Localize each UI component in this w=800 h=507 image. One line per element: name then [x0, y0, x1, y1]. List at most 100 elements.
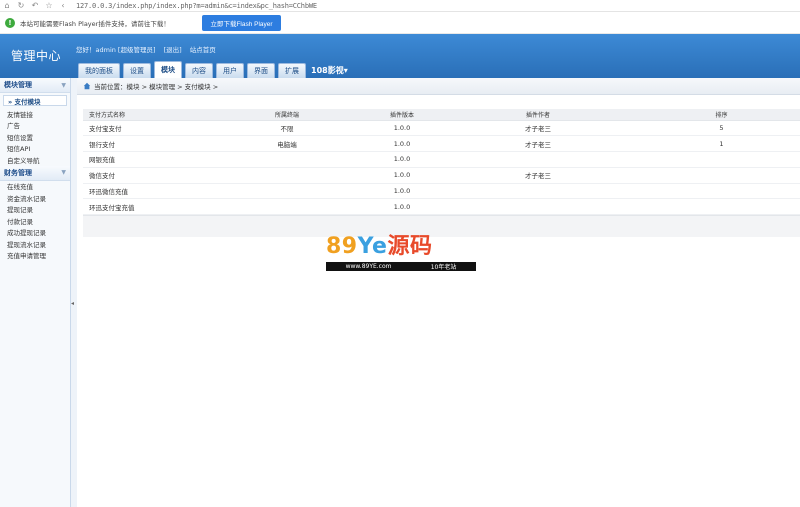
- logout-link[interactable]: [退出]: [164, 46, 182, 54]
- cell-order: [643, 198, 800, 216]
- sidebar-item-custom-nav[interactable]: 自定义导航: [0, 154, 70, 166]
- sidebar-item-sms-settings[interactable]: 短信设置: [0, 131, 70, 143]
- cell-name: 支付宝支付: [83, 120, 203, 137]
- chevron-down-icon: ▼: [61, 81, 66, 89]
- tab-content[interactable]: 内容: [185, 63, 213, 78]
- collapse-left-icon: ◂: [71, 300, 75, 307]
- cell-author: 才子老三: [433, 135, 643, 153]
- download-flash-button[interactable]: 立即下载Flash Player: [202, 15, 281, 31]
- home-icon[interactable]: ⌂: [0, 0, 14, 12]
- cell-terminal: [203, 151, 371, 168]
- cell-name: 银行支付: [83, 135, 203, 153]
- cell-version: 1.0.0: [371, 120, 433, 137]
- tab-settings[interactable]: 设置: [123, 63, 151, 78]
- sidebar-item-recharge[interactable]: 在线充值: [0, 181, 70, 193]
- main-content: 当前位置：模块 > 模块管理 > 支付模块 > 支付方式名称 所属终端 插件版本…: [77, 78, 800, 507]
- table-row[interactable]: 银行支付 电脑端 1.0.0 才子老三 1: [83, 135, 800, 153]
- cell-author: 才子老三: [433, 120, 643, 137]
- user-line: 您好！admin [超级管理员] [退出] 站点首页: [76, 44, 222, 54]
- site-select[interactable]: 108影视▾: [311, 63, 348, 78]
- cell-version: 1.0.0: [371, 167, 433, 184]
- table-row[interactable]: 微信支付 1.0.0 才子老三: [83, 167, 800, 184]
- browser-toolbar: ⌂ ↻ ↶ ☆ ‹ 127.0.0.3/index.php/index.php?…: [0, 0, 800, 12]
- back-icon[interactable]: ‹: [56, 0, 70, 12]
- tab-users[interactable]: 用户: [216, 63, 244, 78]
- sidebar-group-label: 财务管理: [4, 168, 32, 177]
- watermark-logo: 89Ye源码 www.89YE.com 10年老站: [326, 236, 476, 272]
- table-row[interactable]: 支付宝支付 不限 1.0.0 才子老三 5: [83, 120, 800, 137]
- col-terminal-header: 所属终端: [203, 109, 371, 121]
- cell-version: 1.0.0: [371, 151, 433, 168]
- cell-terminal: [203, 167, 371, 184]
- cell-version: 1.0.0: [371, 198, 433, 216]
- col-author-header: 插件作者: [433, 109, 643, 121]
- payment-table: 支付方式名称 所属终端 插件版本 插件作者 排序 支付宝支付 不限 1.0.0 …: [83, 109, 800, 238]
- col-version-header: 插件版本: [371, 109, 433, 121]
- sidebar-item-success-withdraw[interactable]: 成功提现记录: [0, 227, 70, 239]
- undo-icon[interactable]: ↶: [28, 0, 42, 12]
- star-icon[interactable]: ☆: [42, 0, 56, 12]
- sidebar-item-withdraw-flow[interactable]: 提现流水记录: [0, 238, 70, 250]
- sidebar-item-fund-flow[interactable]: 资金流水记录: [0, 192, 70, 204]
- table-row[interactable]: 网银充值 1.0.0: [83, 151, 800, 168]
- cell-version: 1.0.0: [371, 135, 433, 153]
- sidebar-group-label: 模块管理: [4, 81, 32, 89]
- refresh-icon[interactable]: ↻: [14, 0, 28, 12]
- cell-terminal: 不限: [203, 120, 371, 137]
- notice-text: 本站可能需要Flash Player插件支持，请前往下载！: [20, 19, 170, 28]
- sidebar-item-recharge-requests[interactable]: 充值申请管理: [0, 250, 70, 262]
- cell-order: [643, 167, 800, 184]
- tab-extensions[interactable]: 扩展: [278, 63, 306, 78]
- logo: 管理中心: [11, 49, 62, 63]
- tab-dashboard[interactable]: 我的面板: [78, 63, 120, 78]
- tab-interface[interactable]: 界面: [247, 63, 275, 78]
- sidebar-item-payment-records[interactable]: 付款记录: [0, 215, 70, 227]
- watermark-slogan: 10年老站: [430, 264, 457, 271]
- greeting: 您好！admin [超级管理员]: [76, 46, 156, 54]
- watermark-url: www.89YE.com: [345, 263, 392, 270]
- cell-name: 网银充值: [83, 151, 203, 168]
- cell-order: 5: [643, 120, 800, 137]
- cell-name: 环迅微信充值: [83, 183, 203, 200]
- sidebar-item-withdraw[interactable]: 提现记录: [0, 204, 70, 216]
- cell-terminal: [203, 183, 371, 200]
- breadcrumb-text: 当前位置：模块 > 模块管理 > 支付模块 >: [94, 83, 219, 91]
- watermark-part1: 89: [326, 234, 358, 259]
- tab-modules[interactable]: 模块: [154, 61, 182, 78]
- address-bar[interactable]: 127.0.0.3/index.php/index.php?m=admin&c=…: [76, 2, 317, 10]
- cell-order: 1: [643, 135, 800, 153]
- table-row[interactable]: 环迅支付宝充值 1.0.0: [83, 198, 800, 216]
- sidebar-group-finance[interactable]: 财务管理 ▼: [0, 165, 70, 181]
- cell-order: [643, 183, 800, 200]
- table-footer: [83, 215, 800, 238]
- col-name-header: 支付方式名称: [83, 109, 203, 121]
- sidebar-item-payment[interactable]: » 支付模块: [3, 95, 67, 106]
- sidebar-group-modules[interactable]: 模块管理 ▼: [0, 78, 70, 93]
- cell-order: [643, 151, 800, 168]
- home-icon: [83, 82, 91, 90]
- cell-author: [433, 151, 643, 168]
- watermark-strip: www.89YE.com 10年老站: [326, 262, 476, 271]
- table-row[interactable]: 环迅微信充值 1.0.0: [83, 183, 800, 200]
- alert-icon: !: [5, 17, 15, 28]
- cell-version: 1.0.0: [371, 183, 433, 200]
- cell-name: 微信支付: [83, 167, 203, 184]
- cell-terminal: [203, 198, 371, 216]
- cell-name: 环迅支付宝充值: [83, 198, 203, 216]
- col-order-header: 排序: [643, 109, 800, 121]
- watermark-part2: Ye: [357, 234, 388, 259]
- cell-terminal: 电脑端: [203, 135, 371, 153]
- site-home-link[interactable]: 站点首页: [190, 46, 216, 54]
- cell-author: [433, 198, 643, 216]
- table-header-row: 支付方式名称 所属终端 插件版本 插件作者 排序: [83, 109, 800, 121]
- admin-header: 管理中心 您好！admin [超级管理员] [退出] 站点首页 我的面板 设置 …: [0, 34, 800, 78]
- flash-notice: ! 本站可能需要Flash Player插件支持，请前往下载！ 立即下载Flas…: [0, 12, 800, 34]
- cell-author: [433, 183, 643, 200]
- sidebar-item-links[interactable]: 友情链接: [0, 108, 70, 120]
- sidebar-item-ads[interactable]: 广告: [0, 120, 70, 132]
- breadcrumb: 当前位置：模块 > 模块管理 > 支付模块 >: [77, 78, 800, 95]
- cell-author: 才子老三: [433, 167, 643, 184]
- chevron-down-icon: ▼: [61, 169, 66, 176]
- sidebar-item-sms-api[interactable]: 短信API: [0, 143, 70, 155]
- sidebar: 模块管理 ▼ » 支付模块 友情链接 广告 短信设置 短信API 自定义导航 财…: [0, 78, 71, 507]
